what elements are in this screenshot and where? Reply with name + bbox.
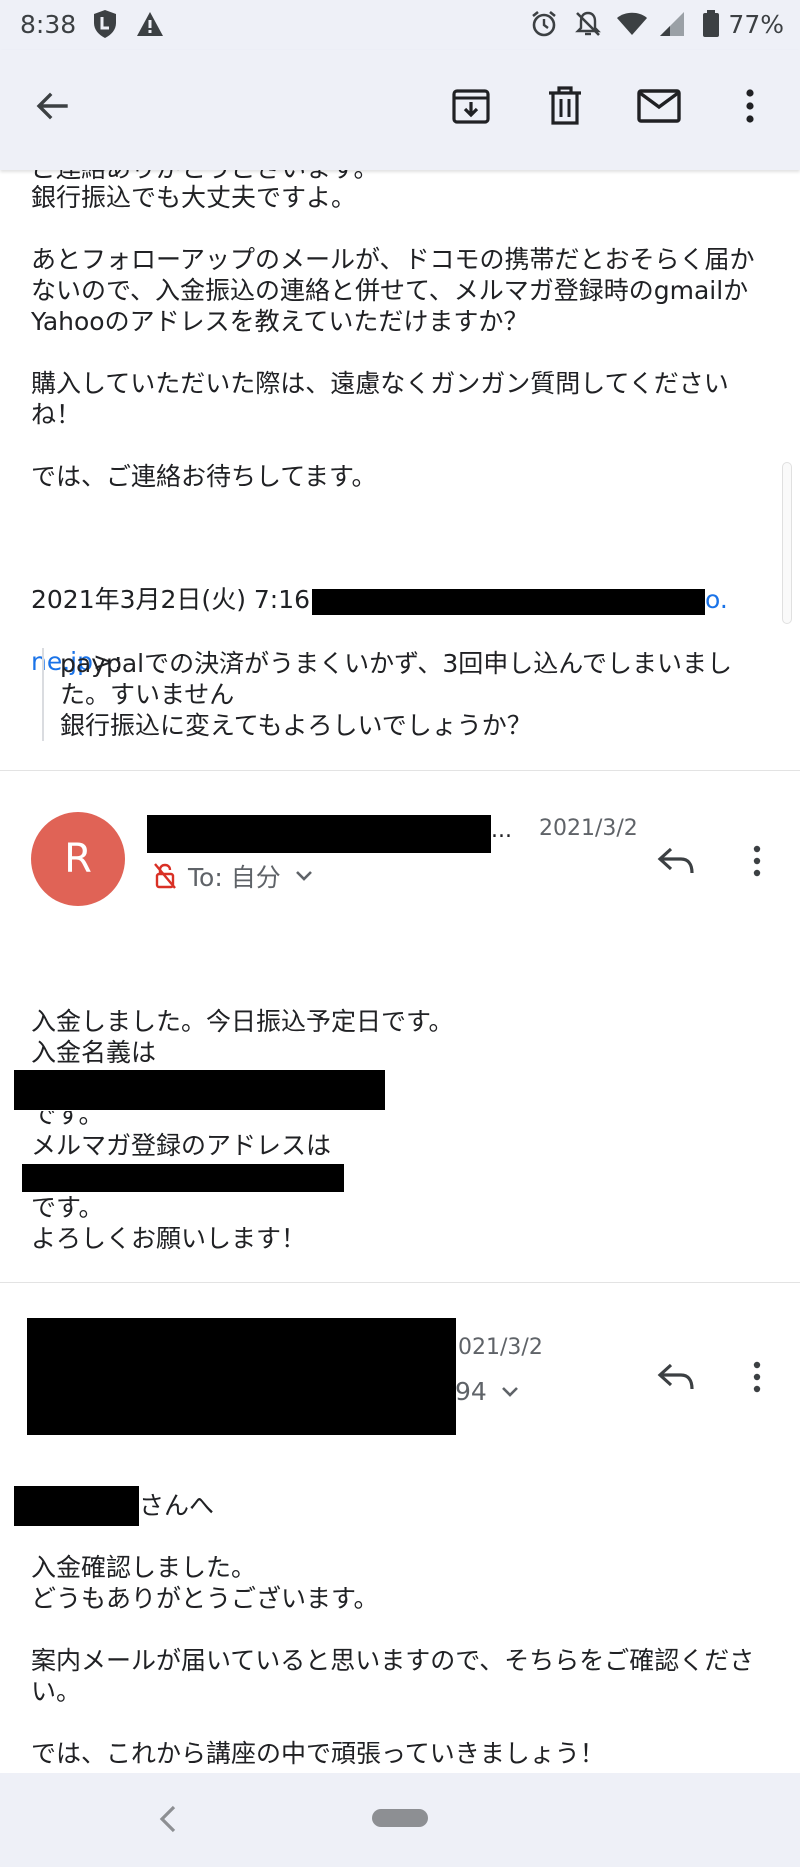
- message3-recipient-tail: 94: [455, 1377, 487, 1406]
- message-divider: [0, 1282, 800, 1283]
- reply-button[interactable]: [652, 837, 700, 885]
- more-vert-icon: [746, 89, 754, 123]
- message2-body-1: 入金しました。今日振込予定日です。 入金名義は: [31, 1007, 454, 1067]
- message3-body: 入金確認しました。 どうもありがとうございます。 案内メールが届いていると思いま…: [31, 1553, 755, 1768]
- notifications-off-icon: [574, 9, 602, 39]
- alarm-icon: [530, 9, 558, 39]
- mark-unread-button[interactable]: [631, 78, 687, 134]
- more-options-button[interactable]: [722, 78, 778, 134]
- chevron-left-icon: [159, 1805, 176, 1833]
- redacted-account-name: [14, 1070, 385, 1110]
- sender-avatar[interactable]: R: [31, 812, 125, 906]
- recipient-line[interactable]: To: 自分: [154, 858, 313, 894]
- status-time: 8:38: [20, 10, 77, 39]
- chevron-down-icon: [501, 1386, 518, 1397]
- message-divider: [0, 770, 800, 771]
- recipient-label: To: 自分: [188, 863, 281, 892]
- message1-body: 銀行振込でも大丈夫ですよ。 あとフォローアップのメールが、ドコモの携帯だとおそら…: [31, 183, 755, 491]
- mail-icon: [637, 89, 681, 123]
- quote-email-tail[interactable]: o.: [705, 584, 728, 615]
- arrow-left-icon: [36, 92, 68, 120]
- message2-date: 2021/3/2: [539, 816, 638, 841]
- message3-recipient-line[interactable]: 94: [455, 1377, 519, 1406]
- more-vert-icon: [753, 845, 761, 877]
- status-bar: 8:38 77%: [0, 0, 800, 50]
- sender-ellipsis: ...: [491, 818, 512, 843]
- delete-button[interactable]: [537, 78, 593, 134]
- redacted-recipient-name: [14, 1486, 139, 1526]
- conversation-view[interactable]: ご連絡ありがとうございます。 銀行振込でも大丈夫ですよ。 あとフォローアップのメ…: [0, 170, 800, 1773]
- wifi-icon: [616, 9, 648, 39]
- app-toolbar: [0, 50, 800, 170]
- warning-icon: [136, 9, 164, 39]
- reply-icon: [657, 1363, 694, 1390]
- message2-body-4: です。 よろしくお願いします！: [31, 1193, 307, 1253]
- scrollbar-thumb[interactable]: [782, 462, 792, 624]
- redacted-sender-name: [147, 815, 491, 853]
- cell-signal-icon: [656, 9, 686, 39]
- lock-off-icon: [154, 863, 176, 889]
- archive-button[interactable]: [443, 78, 499, 134]
- reply-button[interactable]: [652, 1353, 700, 1401]
- message3-salutation: さんへ: [139, 1491, 215, 1520]
- more-vert-icon: [753, 1361, 761, 1393]
- quote-header-date: 2021年3月2日(火) 7:16: [31, 585, 311, 614]
- nav-home-pill[interactable]: [372, 1809, 428, 1827]
- message-more-button[interactable]: [733, 837, 781, 885]
- redacted-email: [312, 589, 705, 615]
- quote-header: 2021年3月2日(火) 7:16: [31, 584, 310, 615]
- system-nav-bar: [0, 1773, 800, 1867]
- quoted-text: paypalでの決済がうまくいかず、3回申し込んでしまいました。すいません 銀行…: [42, 648, 772, 741]
- lock-screen-icon: [92, 9, 118, 39]
- redacted-address: [22, 1164, 344, 1192]
- back-button[interactable]: [24, 78, 80, 134]
- chevron-down-icon: [295, 871, 312, 881]
- message-more-button[interactable]: [733, 1353, 781, 1401]
- trash-icon: [549, 86, 581, 125]
- nav-back-button[interactable]: [150, 1799, 186, 1839]
- message2-body-3: メルマガ登録のアドレスは: [31, 1131, 332, 1160]
- battery-percent: 77%: [728, 10, 784, 39]
- redacted-sender-block: [27, 1318, 456, 1435]
- archive-icon: [452, 89, 490, 124]
- battery-icon: [702, 9, 720, 39]
- message3-date: 021/3/2: [458, 1335, 543, 1360]
- reply-icon: [657, 847, 694, 874]
